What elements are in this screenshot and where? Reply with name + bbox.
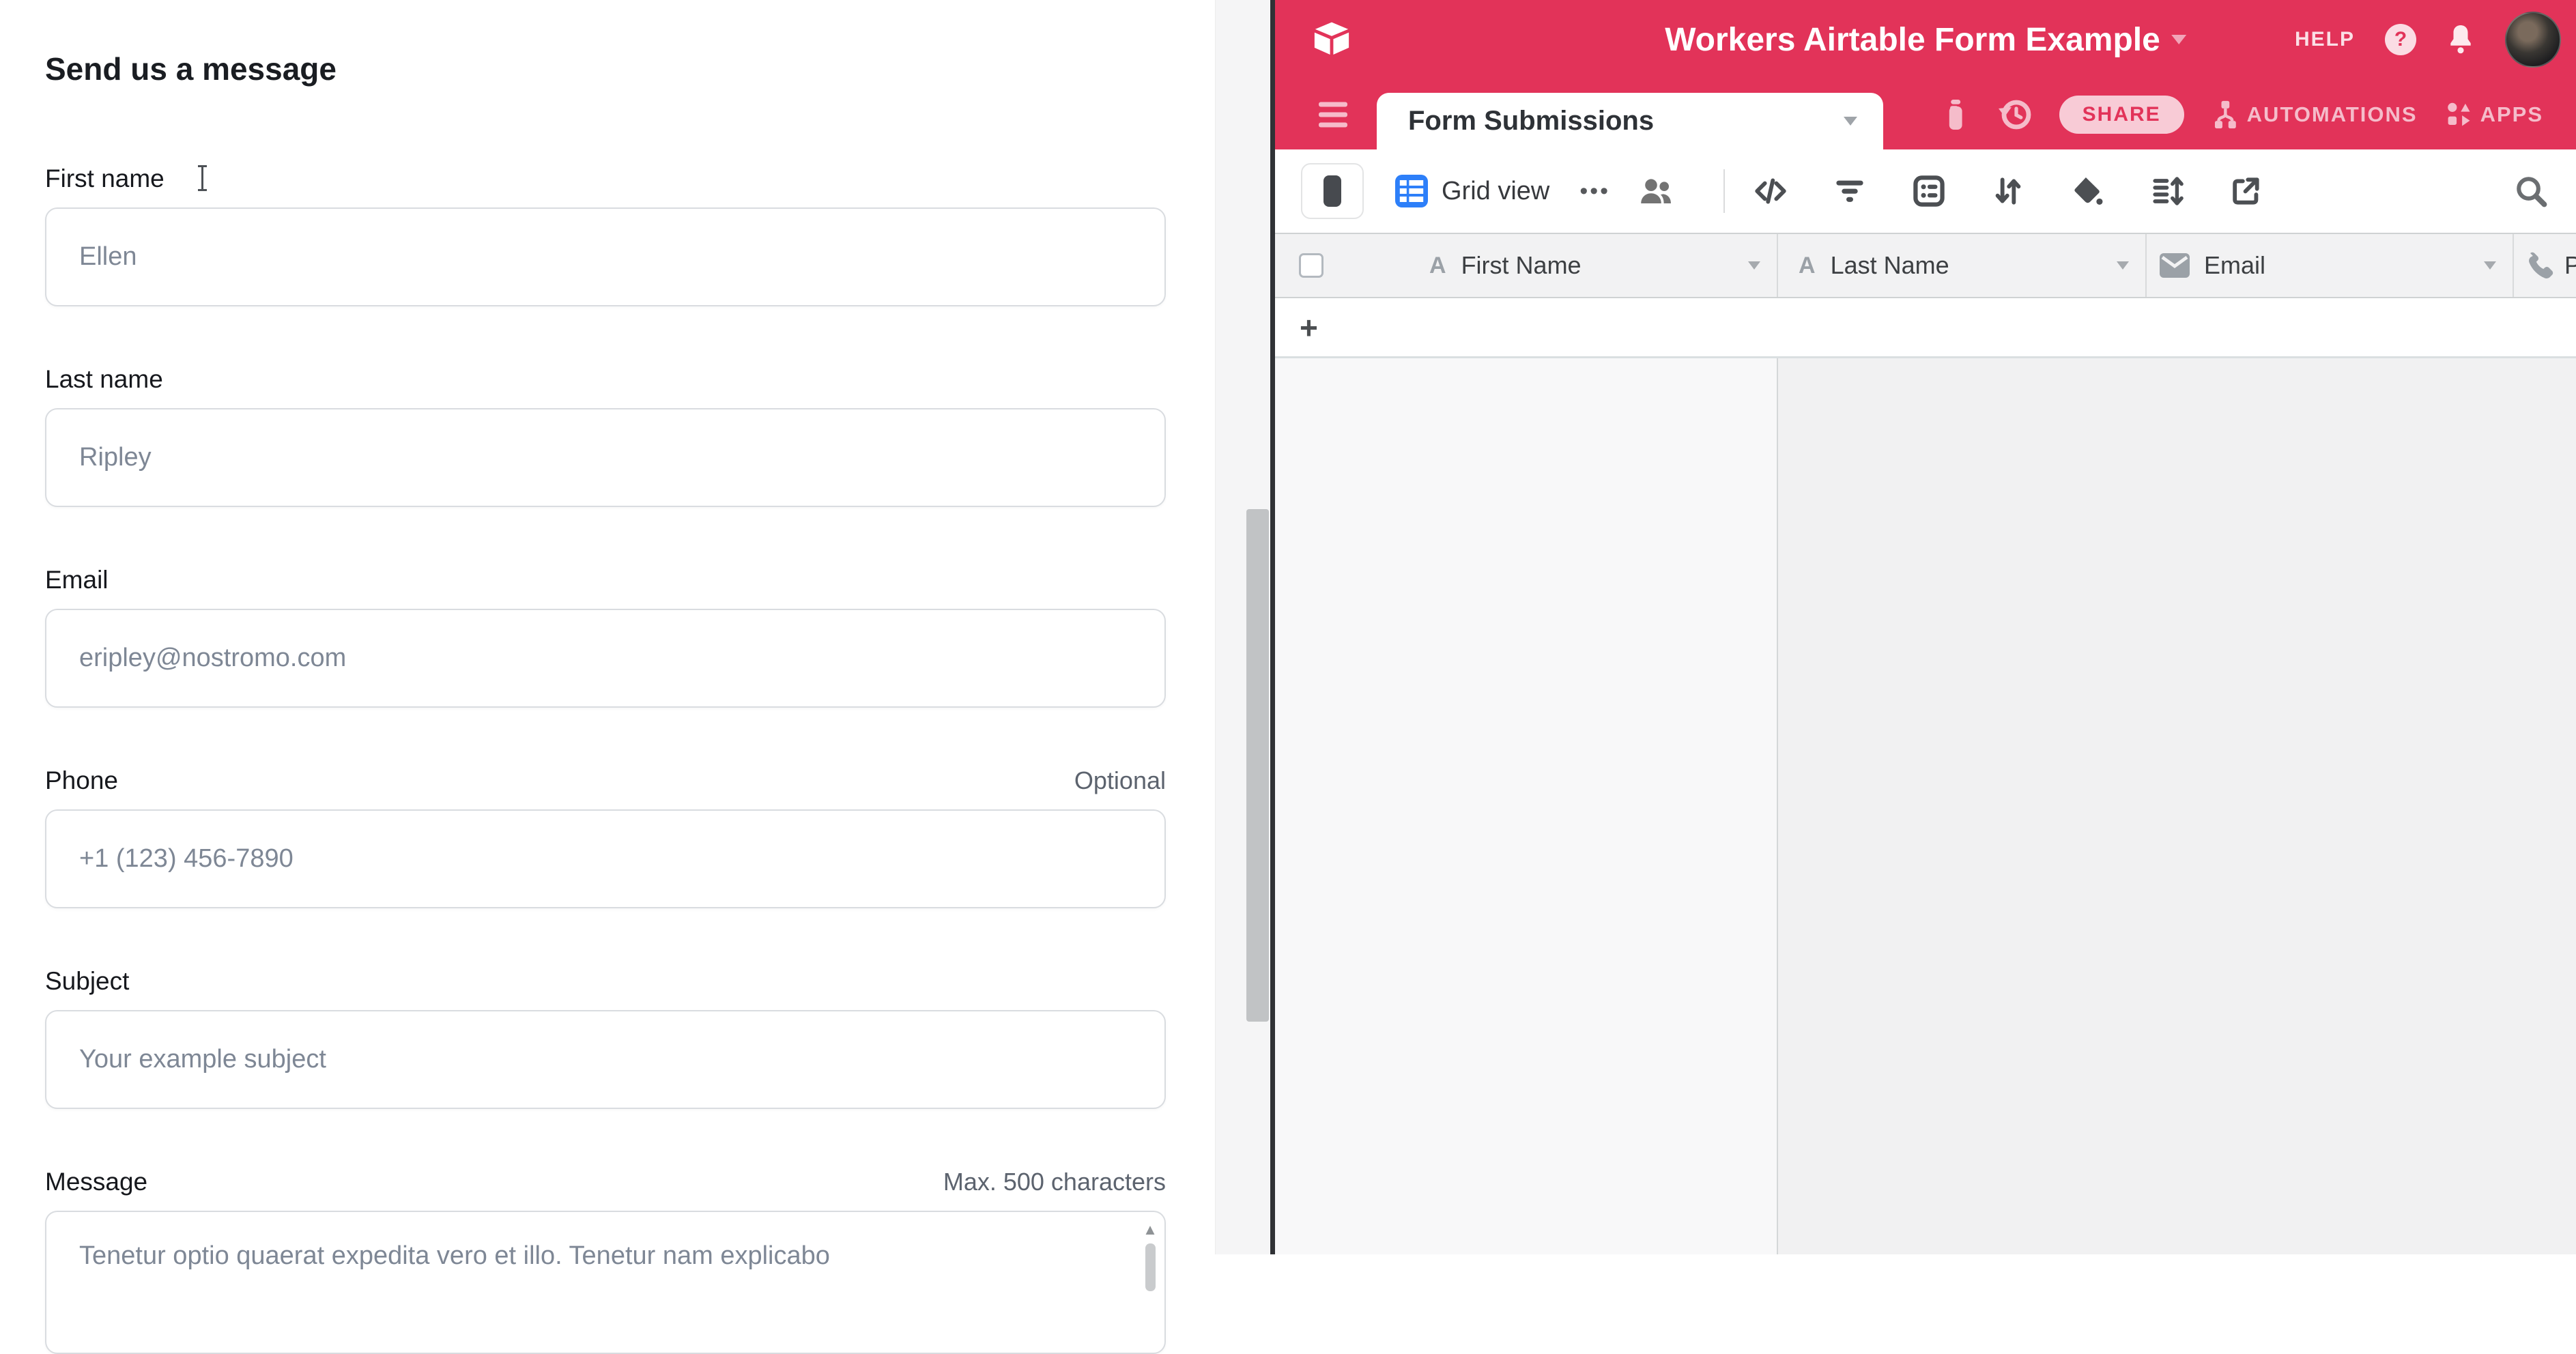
trash-icon[interactable]	[1945, 98, 1972, 131]
color-button[interactable]	[2070, 174, 2104, 208]
email-input[interactable]	[45, 609, 1166, 708]
filter-button[interactable]	[1833, 174, 1867, 208]
form-title: Send us a message	[45, 51, 1166, 87]
select-all-checkbox[interactable]	[1299, 253, 1323, 278]
help-question-icon[interactable]: ?	[2385, 24, 2416, 55]
add-row-plus-icon[interactable]: +	[1300, 312, 1318, 343]
email-label: Email	[45, 565, 109, 595]
column-header-last-name[interactable]: A Last Name	[1778, 234, 2147, 297]
phone-label: Phone	[45, 766, 118, 796]
last-name-label: Last name	[45, 364, 163, 394]
column-header-email[interactable]: Email	[2147, 234, 2514, 297]
automations-button[interactable]: AUTOMATIONS	[2210, 99, 2418, 130]
page-scroll-thumb[interactable]	[1246, 509, 1269, 1022]
share-view-button[interactable]	[2229, 174, 2263, 208]
view-name-button[interactable]: Grid view	[1442, 177, 1549, 206]
email-field-type-icon	[2159, 253, 2190, 278]
hide-fields-button[interactable]	[1754, 174, 1788, 208]
column-caret-icon[interactable]	[1748, 261, 1760, 270]
automations-icon	[2210, 99, 2240, 130]
apps-button[interactable]: APPS	[2444, 99, 2543, 130]
message-label: Message	[45, 1167, 147, 1197]
grid-empty-background	[1778, 358, 2576, 1254]
history-icon[interactable]	[1998, 97, 2033, 132]
base-title-caret-icon[interactable]	[2171, 35, 2186, 44]
table-tab-bar: Form Submissions SHARE	[1275, 79, 2576, 149]
subject-input[interactable]	[45, 1010, 1166, 1109]
share-button[interactable]: SHARE	[2059, 96, 2184, 134]
add-row[interactable]: +	[1275, 298, 2576, 358]
phone-optional-hint: Optional	[1074, 766, 1166, 796]
last-name-input[interactable]	[45, 408, 1166, 507]
text-field-type-icon: A	[1429, 253, 1446, 279]
view-toolbar: Grid view •••	[1275, 149, 2576, 233]
page-scrollbar[interactable]	[1215, 0, 1270, 1254]
base-title[interactable]: Workers Airtable Form Example	[1665, 21, 2160, 59]
first-name-label: First name	[45, 164, 164, 194]
grid-empty-primary-column	[1275, 358, 1778, 1254]
message-scroll-thumb[interactable]	[1145, 1243, 1156, 1291]
view-sidebar-toggle-button[interactable]	[1301, 163, 1364, 219]
text-cursor-icon	[197, 165, 207, 191]
view-options-ellipsis-button[interactable]: •••	[1579, 178, 1610, 205]
apps-icon	[2444, 99, 2474, 130]
table-column-header-row: A First Name A Last Name Email	[1275, 233, 2576, 298]
grid-empty-area	[1275, 358, 2576, 1254]
phone-input[interactable]	[45, 809, 1166, 908]
message-textarea[interactable]: Tenetur optio quaerat expedita vero et i…	[45, 1211, 1166, 1354]
airtable-topbar: Workers Airtable Form Example HELP ?	[1275, 0, 2576, 79]
search-icon[interactable]	[2513, 173, 2549, 209]
user-avatar[interactable]	[2505, 12, 2561, 68]
column-header-phone[interactable]: P	[2514, 234, 2576, 297]
phone-field-type-icon	[2525, 251, 2553, 280]
contact-form-window: Send us a message First name Last name E…	[0, 0, 1215, 1254]
toolbar-divider	[1723, 169, 1725, 213]
group-button[interactable]	[1912, 174, 1946, 208]
help-button[interactable]: HELP	[2295, 28, 2355, 51]
sort-button[interactable]	[1991, 174, 2025, 208]
tab-caret-icon[interactable]	[1844, 117, 1857, 126]
window-divider	[1270, 0, 1275, 1254]
row-height-button[interactable]	[2149, 174, 2184, 208]
message-maxlength-hint: Max. 500 characters	[943, 1167, 1166, 1197]
column-header-first-name[interactable]: A First Name	[1275, 234, 1778, 297]
grid-view-icon	[1395, 175, 1428, 207]
message-scrollbar[interactable]: ▲	[1141, 1222, 1159, 1291]
airtable-window: Workers Airtable Form Example HELP ? For…	[1275, 0, 2576, 1254]
subject-label: Subject	[45, 966, 129, 996]
airtable-logo-icon[interactable]	[1312, 22, 1351, 57]
text-field-type-icon: A	[1799, 253, 1816, 279]
first-name-input[interactable]	[45, 207, 1166, 306]
column-caret-icon[interactable]	[2484, 261, 2496, 270]
scroll-up-arrow-icon[interactable]: ▲	[1143, 1222, 1158, 1238]
tab-form-submissions[interactable]: Form Submissions	[1377, 93, 1883, 149]
message-text: Tenetur optio quaerat expedita vero et i…	[79, 1239, 1110, 1272]
column-caret-icon[interactable]	[2117, 261, 2129, 270]
collaborators-icon[interactable]	[1637, 175, 1674, 207]
hamburger-menu-icon[interactable]	[1319, 102, 1347, 127]
notifications-bell-icon[interactable]	[2446, 24, 2475, 55]
